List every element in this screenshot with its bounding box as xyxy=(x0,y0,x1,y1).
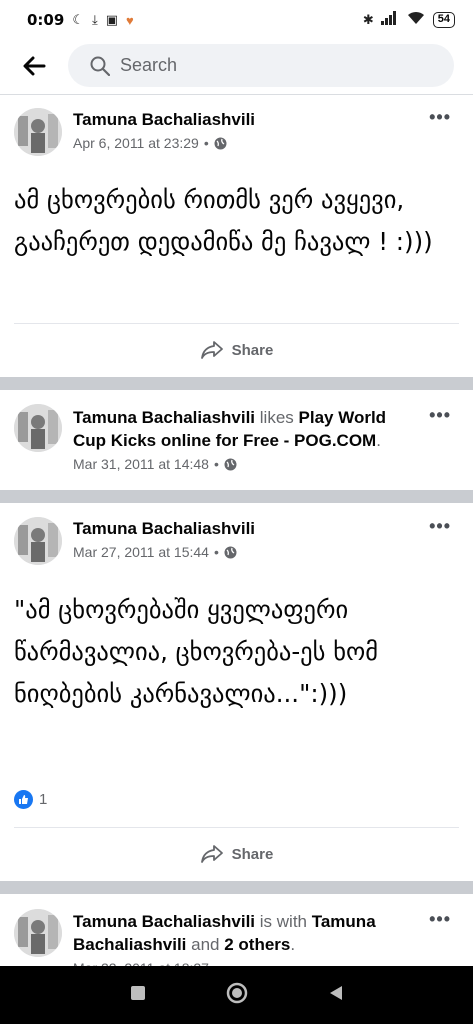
post-text: ამ ცხოვრების რითმს ვერ ავყევი, გააჩერეთ … xyxy=(14,185,433,256)
avatar[interactable] xyxy=(14,108,62,156)
share-icon xyxy=(200,845,223,863)
post-header: Tamuna Bachaliashvili is with Tamuna Bac… xyxy=(73,910,413,966)
post-header: Tamuna Bachaliashvili Mar 27, 2011 at 15… xyxy=(73,519,256,562)
post-card: Tamuna Bachaliashvili likes Play World C… xyxy=(0,390,473,490)
back-button[interactable] xyxy=(0,40,68,92)
status-time: 0:09 xyxy=(27,11,65,29)
share-label: Share xyxy=(231,341,274,359)
top-bar: Search xyxy=(0,40,473,92)
more-options-icon[interactable]: ••• xyxy=(429,107,451,128)
post-separator xyxy=(0,377,473,390)
system-navigation-bar xyxy=(0,966,473,1024)
search-icon xyxy=(90,56,110,76)
post-header: Tamuna Bachaliashvili Apr 6, 2011 at 23:… xyxy=(73,110,256,153)
arrow-left-icon xyxy=(23,56,46,76)
battery-indicator: 54 xyxy=(432,12,455,28)
more-options-icon[interactable]: ••• xyxy=(429,516,451,537)
search-input[interactable]: Search xyxy=(68,44,454,87)
share-button[interactable]: Share xyxy=(0,828,473,880)
notification-icon: ▣ xyxy=(105,12,119,27)
square-icon xyxy=(130,985,145,1000)
share-button[interactable]: Share xyxy=(0,324,473,376)
avatar[interactable] xyxy=(14,517,62,565)
punctuation: . xyxy=(290,935,296,954)
circle-icon xyxy=(226,982,247,1003)
share-label: Share xyxy=(231,845,274,863)
author-name[interactable]: Tamuna Bachaliashvili xyxy=(73,519,255,538)
signal-icon xyxy=(380,10,399,30)
activity-verb: is with xyxy=(259,912,307,931)
post-card: Tamuna Bachaliashvili is with Tamuna Bac… xyxy=(0,894,473,966)
post-date[interactable]: Mar 22, 2011 at 18:27 xyxy=(73,958,209,966)
reactions-summary[interactable]: 1 xyxy=(14,790,47,809)
post-date[interactable]: Mar 27, 2011 at 15:44 xyxy=(73,542,209,562)
heart-icon: ♥ xyxy=(126,12,134,28)
globe-icon xyxy=(224,458,237,470)
download-icon: ⤓ xyxy=(91,12,98,27)
post-card: Tamuna Bachaliashvili Mar 27, 2011 at 15… xyxy=(0,503,473,881)
post-card: Tamuna Bachaliashvili Apr 6, 2011 at 23:… xyxy=(0,95,473,375)
share-icon xyxy=(200,341,223,359)
post-date[interactable]: Apr 6, 2011 at 23:29 xyxy=(73,133,199,153)
wifi-icon xyxy=(406,10,426,30)
reaction-count: 1 xyxy=(39,791,48,808)
post-text: "ამ ცხოვრებაში ყველაფერი წარმავალია, ცხო… xyxy=(14,595,379,708)
post-separator xyxy=(0,881,473,894)
activity-verb: likes xyxy=(259,408,294,427)
punctuation: . xyxy=(376,431,381,450)
status-bar: 0:09 ☾ ⤓ ▣ ♥ ✱ 54 xyxy=(0,0,473,40)
recent-apps-button[interactable] xyxy=(130,985,145,1005)
avatar[interactable] xyxy=(14,909,62,957)
more-options-icon[interactable]: ••• xyxy=(429,909,451,930)
home-button[interactable] xyxy=(226,982,248,1009)
post-header: Tamuna Bachaliashvili likes Play World C… xyxy=(73,408,387,474)
triangle-left-icon xyxy=(329,985,342,1000)
globe-icon xyxy=(214,137,227,149)
moon-icon: ☾ xyxy=(72,12,84,27)
author-name[interactable]: Tamuna Bachaliashvili xyxy=(73,912,255,931)
others-link[interactable]: 2 others xyxy=(224,935,290,954)
like-icon xyxy=(14,790,33,809)
author-name[interactable]: Tamuna Bachaliashvili xyxy=(73,110,255,129)
more-options-icon[interactable]: ••• xyxy=(429,405,451,426)
globe-icon xyxy=(224,546,237,558)
author-name[interactable]: Tamuna Bachaliashvili xyxy=(73,408,255,427)
conjunction: and xyxy=(191,935,220,954)
avatar[interactable] xyxy=(14,404,62,452)
search-placeholder: Search xyxy=(120,55,178,75)
post-separator xyxy=(0,490,473,503)
post-date[interactable]: Mar 31, 2011 at 14:48 xyxy=(73,454,209,474)
system-back-button[interactable] xyxy=(329,985,343,1006)
bluetooth-icon: ✱ xyxy=(362,12,374,27)
